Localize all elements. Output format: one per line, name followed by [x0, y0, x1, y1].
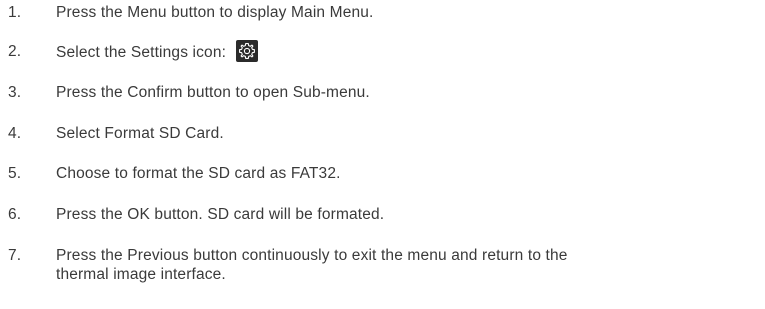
- instruction-list: 1. Press the Menu button to display Main…: [0, 0, 765, 309]
- step-number: 6.: [8, 206, 22, 223]
- step-number: 3.: [8, 84, 22, 101]
- step-number: 4.: [8, 125, 22, 142]
- step-text-line-1: Press the Previous button continuously t…: [56, 247, 568, 264]
- gear-icon: [236, 40, 259, 62]
- step-text-line-2: thermal image interface.: [56, 266, 226, 283]
- step-text: Choose to format the SD card as FAT32.: [56, 165, 341, 182]
- step-number: 5.: [8, 165, 22, 182]
- step-number: 7.: [8, 247, 22, 264]
- step-text: Press the Confirm button to open Sub-men…: [56, 84, 370, 101]
- step-text: Press the Menu button to display Main Me…: [56, 4, 374, 21]
- step-number: 2.: [8, 43, 22, 60]
- step-text: Select the Settings icon:: [56, 44, 227, 62]
- step-number: 1.: [8, 4, 22, 21]
- step-text-container: Select the Settings icon:: [56, 40, 756, 64]
- step-text-container: Press the Previous button continuously t…: [56, 246, 756, 284]
- step-text: Press the OK button. SD card will be for…: [56, 206, 385, 223]
- step-text: Select Format SD Card.: [56, 125, 224, 142]
